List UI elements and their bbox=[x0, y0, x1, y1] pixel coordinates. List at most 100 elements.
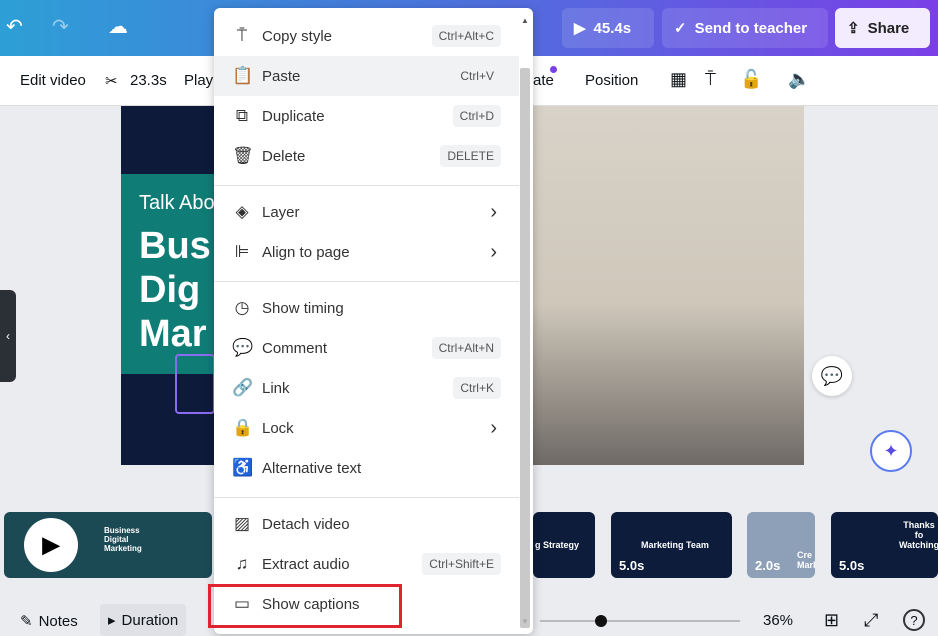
transparency-icon[interactable]: ▦ bbox=[670, 69, 687, 90]
playback-button[interactable]: Play bbox=[184, 72, 213, 89]
duration-button[interactable]: ▸ Duration bbox=[100, 604, 187, 636]
redo-icon[interactable]: ↷ bbox=[52, 14, 69, 39]
grid-view-icon[interactable]: ⊞ bbox=[824, 610, 839, 631]
duplicate-icon: ⧉ bbox=[235, 106, 249, 125]
menu-item-label: Lock bbox=[262, 419, 294, 437]
add-comment-button[interactable]: 💬 bbox=[812, 356, 852, 396]
check-circle-icon: ✓ bbox=[674, 20, 687, 37]
help-icon[interactable]: ? bbox=[903, 609, 925, 631]
lock-icon: 🔒 bbox=[232, 418, 254, 437]
menu-item-align-to-page[interactable]: ⊫ Align to page › bbox=[214, 232, 519, 272]
menu-item-label: Paste bbox=[262, 67, 301, 85]
menu-item-comment[interactable]: 💬 Comment Ctrl+Alt+N bbox=[214, 328, 519, 368]
paint-roller-icon: ⍑ bbox=[236, 26, 248, 45]
fullscreen-icon[interactable]: ⤢ bbox=[864, 610, 878, 631]
lock-icon[interactable]: 🔓 bbox=[740, 69, 762, 90]
undo-icon[interactable]: ↶ bbox=[6, 14, 23, 39]
context-menu: ▲ ▼ ⍑ Copy style Ctrl+Alt+C 📋 Paste Ctrl+V ⧉ Du… bbox=[214, 8, 533, 634]
edit-video-button[interactable]: Edit video bbox=[20, 72, 86, 89]
menu-item-label: Comment bbox=[262, 339, 328, 357]
new-dot bbox=[550, 66, 557, 73]
shortcut-badge: Ctrl+Alt+N bbox=[431, 337, 501, 359]
trim-duration[interactable]: 23.3s bbox=[130, 72, 167, 89]
zoom-slider[interactable] bbox=[540, 620, 740, 622]
send-to-teacher-button[interactable]: ✓ Send to teacher bbox=[662, 8, 828, 48]
notes-button[interactable]: ✎ Notes bbox=[20, 612, 78, 631]
collapse-panel-handle[interactable]: ‹ bbox=[0, 290, 16, 382]
menu-item-lock[interactable]: 🔒 Lock › bbox=[214, 408, 519, 448]
scroll-up-icon[interactable]: ▲ bbox=[519, 16, 531, 25]
chevron-right-icon: › bbox=[490, 416, 497, 439]
menu-item-layer[interactable]: ◈ Layer › bbox=[214, 192, 519, 232]
duration-icon: ▸ bbox=[108, 612, 116, 629]
shortcut-badge: DELETE bbox=[440, 145, 501, 167]
menu-divider bbox=[214, 281, 519, 282]
menu-item-detach-video[interactable]: ▨ Detach video bbox=[214, 504, 519, 544]
menu-item-delete[interactable]: 🗑 Delete DELETE bbox=[214, 136, 519, 176]
menu-item-link[interactable]: 🔗 Link Ctrl+K bbox=[214, 368, 519, 408]
shortcut-badge: Ctrl+V bbox=[453, 65, 501, 87]
timeline-clip[interactable]: Marketing Team 5.0s bbox=[611, 512, 732, 578]
timeline-clip[interactable]: Thanks fo Watching 5.0s bbox=[831, 512, 938, 578]
menu-item-label: Detach video bbox=[262, 515, 350, 533]
menu-item-label: Show timing bbox=[262, 299, 344, 317]
paint-roller-icon[interactable]: ⍑ bbox=[705, 69, 716, 90]
clipboard-icon: 📋 bbox=[232, 66, 254, 85]
scissors-icon[interactable]: ✂ bbox=[105, 72, 118, 90]
menu-divider bbox=[214, 497, 519, 498]
align-icon: ⊫ bbox=[234, 242, 250, 261]
trash-icon: 🗑 bbox=[232, 146, 254, 165]
chevron-right-icon: › bbox=[490, 200, 497, 223]
highlight-box bbox=[208, 584, 402, 628]
menu-item-alternative-text[interactable]: ♿ Alternative text bbox=[214, 448, 519, 488]
timeline-clip[interactable]: g Strategy bbox=[533, 512, 595, 578]
menu-item-label: Layer bbox=[262, 203, 300, 221]
selected-video[interactable] bbox=[175, 354, 215, 414]
slide-heading: Bus Dig Mar bbox=[139, 225, 211, 355]
animate-button[interactable]: ate bbox=[533, 72, 554, 89]
comment-icon: 💬 bbox=[232, 338, 254, 357]
position-button[interactable]: Position bbox=[585, 72, 638, 89]
zoom-slider-handle[interactable] bbox=[595, 615, 607, 627]
menu-item-label: Duplicate bbox=[262, 107, 325, 125]
menu-item-label: Copy style bbox=[262, 27, 333, 45]
link-icon: 🔗 bbox=[232, 378, 254, 397]
music-icon: ♫ bbox=[235, 554, 249, 573]
shortcut-badge: Ctrl+K bbox=[453, 377, 501, 399]
menu-item-label: Align to page bbox=[262, 243, 350, 261]
menu-item-show-timing[interactable]: ◷ Show timing bbox=[214, 288, 519, 328]
volume-icon[interactable]: 🔈 bbox=[788, 69, 810, 90]
menu-item-paste[interactable]: 📋 Paste Ctrl+V bbox=[214, 56, 519, 96]
menu-item-label: Delete bbox=[262, 147, 306, 165]
chevron-right-icon: › bbox=[490, 240, 497, 263]
menu-divider bbox=[214, 185, 519, 186]
menu-item-copy-style[interactable]: ⍑ Copy style Ctrl+Alt+C bbox=[214, 16, 519, 56]
shortcut-badge: Ctrl+Shift+E bbox=[422, 553, 501, 575]
zoom-level[interactable]: 36% bbox=[763, 612, 793, 629]
menu-scrollbar[interactable]: ▲ ▼ bbox=[519, 16, 531, 628]
slide-left: Talk Abo Bus Dig Mar bbox=[121, 106, 221, 465]
cloud-save-icon[interactable]: ☁ bbox=[108, 14, 128, 39]
menu-item-label: Alternative text bbox=[262, 459, 362, 477]
scroll-down-icon[interactable]: ▼ bbox=[519, 617, 531, 626]
share-button[interactable]: ⇪ Share bbox=[835, 8, 930, 48]
menu-item-duplicate[interactable]: ⧉ Duplicate Ctrl+D bbox=[214, 96, 519, 136]
notes-icon: ✎ bbox=[20, 613, 33, 630]
layers-icon: ◈ bbox=[235, 202, 249, 221]
menu-item-label: Extract audio bbox=[262, 555, 350, 573]
play-button[interactable]: ▶ 45.4s bbox=[562, 8, 654, 48]
slide-subtitle: Talk Abo bbox=[139, 192, 215, 214]
shortcut-badge: Ctrl+D bbox=[452, 105, 501, 127]
timeline-clip-current[interactable]: Business Digital Marketing ▶ bbox=[4, 512, 212, 578]
scrollbar-thumb[interactable] bbox=[520, 68, 530, 628]
slide-photo bbox=[533, 106, 804, 465]
play-icon[interactable]: ▶ bbox=[24, 518, 78, 572]
detach-icon: ▨ bbox=[233, 514, 251, 533]
play-icon: ▶ bbox=[574, 20, 586, 37]
clock-icon: ◷ bbox=[234, 298, 250, 317]
magic-assistant-button[interactable]: ✦ bbox=[870, 430, 912, 472]
menu-item-extract-audio[interactable]: ♫ Extract audio Ctrl+Shift+E bbox=[214, 544, 519, 584]
share-icon: ⇪ bbox=[847, 20, 860, 37]
timeline-clip[interactable]: Cre Mark2.0s bbox=[747, 512, 815, 578]
accessibility-icon: ♿ bbox=[232, 458, 254, 477]
